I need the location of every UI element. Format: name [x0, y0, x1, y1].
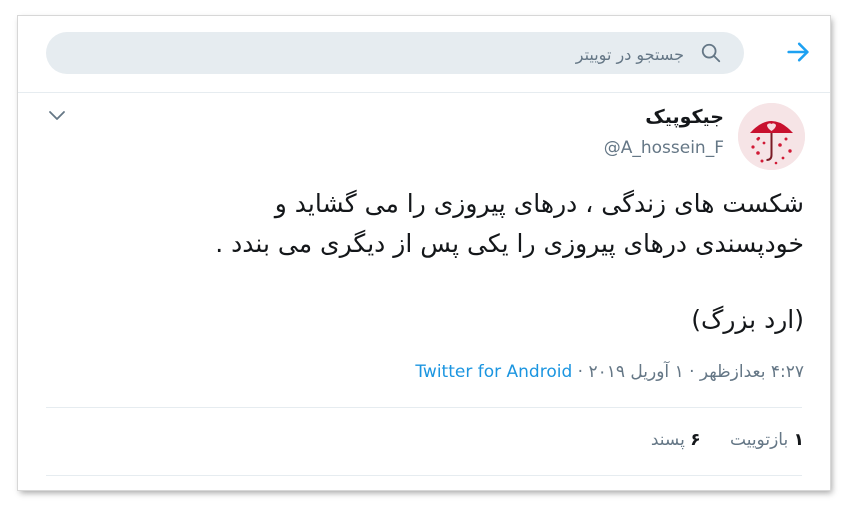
chevron-down-icon[interactable]: [48, 109, 66, 123]
author-handle[interactable]: @A_hossein_F: [604, 138, 724, 158]
arrow-right-glyph: [787, 42, 809, 62]
likes-count: ۶: [690, 430, 701, 450]
divider: [46, 475, 802, 476]
search-box[interactable]: [46, 32, 744, 76]
tweet-text: شکست های زندگی ، درهای پیروزی را می گشای…: [44, 184, 804, 340]
tweet-time[interactable]: ۴:۲۷ بعدازظهر: [700, 362, 804, 382]
meta-separator: ·: [577, 362, 584, 382]
arrow-right-icon[interactable]: [784, 38, 812, 66]
search-input[interactable]: [82, 32, 686, 76]
tweet-attribution: (ارد بزرگ): [691, 305, 804, 334]
tweet-text-line: خودپسندی درهای پیروزی را یکی پس از دیگری…: [215, 229, 804, 258]
tweet-meta: ۴:۲۷ بعدازظهر · ۱ آوریل ۲۰۱۹ · Twitter f…: [415, 362, 804, 382]
author-display-name[interactable]: جیکوپیک: [645, 106, 724, 128]
retweets-count: ۱: [793, 430, 804, 450]
likes-stat[interactable]: ۶ پسند: [651, 430, 701, 450]
top-bar: [18, 16, 830, 93]
retweets-stat[interactable]: ۱ بازتوییت: [725, 430, 804, 450]
search-icon[interactable]: [700, 42, 722, 64]
avatar[interactable]: [738, 103, 805, 170]
tweet-date[interactable]: ۱ آوریل ۲۰۱۹: [588, 362, 683, 382]
divider: [46, 407, 802, 408]
umbrella-hearts-avatar: [738, 103, 805, 170]
tweet-text-line: شکست های زندگی ، درهای پیروزی را می گشای…: [274, 189, 804, 218]
tweet-stats: ۱ بازتوییت ۶ پسند: [651, 430, 804, 450]
tweet-window: جیکوپیک @A_hossein_F شکست های زندگی ، در…: [18, 16, 830, 490]
tweet-source-link[interactable]: Twitter for Android: [415, 362, 572, 382]
retweets-label: بازتوییت: [730, 430, 789, 450]
likes-label: پسند: [650, 430, 685, 450]
meta-separator: ·: [689, 362, 695, 382]
